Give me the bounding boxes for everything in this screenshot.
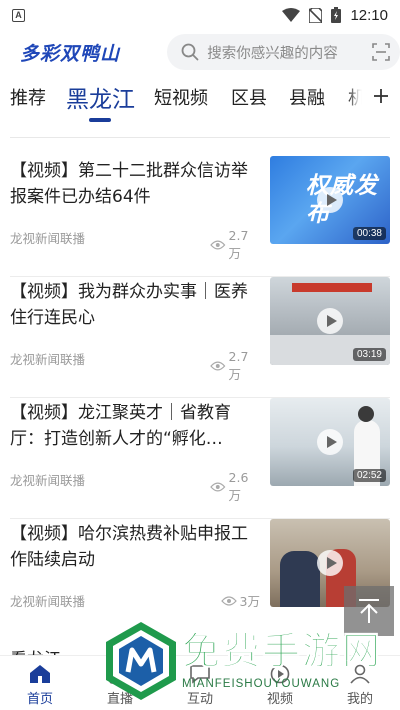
no-sim-icon xyxy=(309,7,323,23)
tab-district[interactable]: 区县 xyxy=(231,84,267,110)
nav-label: 首页 xyxy=(26,692,53,707)
wifi-icon xyxy=(282,8,301,22)
category-tabs: 推荐 黑龙江 短视频 区县 县融 机 xyxy=(0,78,400,122)
play-icon xyxy=(317,550,343,576)
view-count: 3万 xyxy=(210,591,260,610)
video-duration: 03:19 xyxy=(352,348,386,361)
add-channel-button[interactable] xyxy=(362,78,400,114)
nav-live[interactable]: 直播 xyxy=(80,656,160,710)
nav-profile[interactable]: 我的 xyxy=(320,656,400,710)
battery-icon xyxy=(331,7,342,23)
search-icon xyxy=(181,43,199,61)
nav-home[interactable]: 首页 xyxy=(0,656,80,710)
news-title[interactable]: 【视频】我为群众办实事｜医养住行连民心 xyxy=(10,279,260,331)
live-icon xyxy=(109,664,131,684)
news-title[interactable]: 【视频】龙江聚英才｜省教育厅：打造创新人才的“孵化… xyxy=(10,400,260,452)
bottom-navigation: 首页 直播 互动 视频 我的 xyxy=(0,655,400,710)
view-count: 2.6万 xyxy=(210,470,260,504)
news-source: 龙视新闻联播 xyxy=(10,352,86,367)
nav-label: 互动 xyxy=(186,692,213,707)
video-thumbnail[interactable]: 权威发布 00:38 xyxy=(270,156,390,244)
view-count-text: 2.6万 xyxy=(228,470,249,503)
news-item[interactable]: 【视频】第二十二批群众信访举报案件已办结64件 龙视新闻联播 2.7万 权威发布… xyxy=(10,156,390,277)
notification-icon: A xyxy=(12,8,25,22)
nav-video[interactable]: 视频 xyxy=(240,656,320,710)
active-tab-indicator xyxy=(89,118,111,122)
view-count-text: 3万 xyxy=(239,594,260,609)
video-thumbnail[interactable]: 02:52 xyxy=(270,398,390,486)
app-logo: 多彩双鸭山 xyxy=(20,42,121,65)
tab-recommend[interactable]: 推荐 xyxy=(10,84,46,110)
video-icon xyxy=(270,664,290,684)
app-header: 多彩双鸭山 搜索你感兴趣的内容 xyxy=(0,32,400,72)
clock: 12:10 xyxy=(350,6,388,24)
play-icon xyxy=(317,308,343,334)
news-source: 龙视新闻联播 xyxy=(10,473,86,488)
thumbnail-banner xyxy=(292,283,372,292)
video-thumbnail[interactable]: 03:19 xyxy=(270,277,390,365)
play-icon xyxy=(317,429,343,455)
eye-icon xyxy=(220,595,237,606)
eye-icon xyxy=(210,482,226,492)
video-duration: 00:38 xyxy=(352,227,386,240)
news-item[interactable]: 【视频】哈尔滨热费补贴申报工作陆续启动 龙视新闻联播 3万 xyxy=(10,519,390,640)
tab-county-media[interactable]: 县融 xyxy=(289,84,325,110)
play-icon xyxy=(317,187,343,213)
news-item[interactable]: 【视频】龙江聚英才｜省教育厅：打造创新人才的“孵化… 龙视新闻联播 2.6万 0… xyxy=(10,398,390,519)
tab-heilongjiang[interactable]: 黑龙江 xyxy=(66,80,135,114)
eye-icon xyxy=(210,361,226,371)
view-count: 2.7万 xyxy=(210,349,260,383)
home-icon xyxy=(30,665,50,683)
view-count-text: 2.7万 xyxy=(228,228,249,261)
arrow-up-icon xyxy=(359,599,379,623)
view-count: 2.7万 xyxy=(210,228,260,262)
tab-short-video[interactable]: 短视频 xyxy=(154,84,208,110)
status-bar: A 12:10 xyxy=(0,0,400,30)
scan-icon[interactable] xyxy=(372,43,390,61)
nav-label: 我的 xyxy=(346,692,373,707)
news-title[interactable]: 【视频】哈尔滨热费补贴申报工作陆续启动 xyxy=(10,521,260,573)
eye-icon xyxy=(210,240,226,250)
news-source: 龙视新闻联播 xyxy=(10,231,86,246)
list-divider xyxy=(10,137,390,138)
back-to-top-button[interactable] xyxy=(344,586,394,636)
search-input[interactable]: 搜索你感兴趣的内容 xyxy=(207,42,372,63)
news-item[interactable]: 【视频】我为群众办实事｜医养住行连民心 龙视新闻联播 2.7万 03:19 xyxy=(10,277,390,398)
news-title[interactable]: 【视频】第二十二批群众信访举报案件已办结64件 xyxy=(10,158,260,210)
thumbnail-figure xyxy=(280,551,320,607)
profile-icon xyxy=(350,664,370,684)
nav-label: 视频 xyxy=(266,692,293,707)
interact-icon xyxy=(190,665,210,684)
news-source: 龙视新闻联播 xyxy=(10,594,86,609)
plus-icon xyxy=(374,89,388,103)
view-count-text: 2.7万 xyxy=(228,349,249,382)
nav-interact[interactable]: 互动 xyxy=(160,656,240,710)
search-bar[interactable]: 搜索你感兴趣的内容 xyxy=(167,34,400,70)
video-duration: 02:52 xyxy=(352,469,386,482)
thumbnail-figure-head xyxy=(358,406,374,422)
nav-label: 直播 xyxy=(106,692,133,707)
